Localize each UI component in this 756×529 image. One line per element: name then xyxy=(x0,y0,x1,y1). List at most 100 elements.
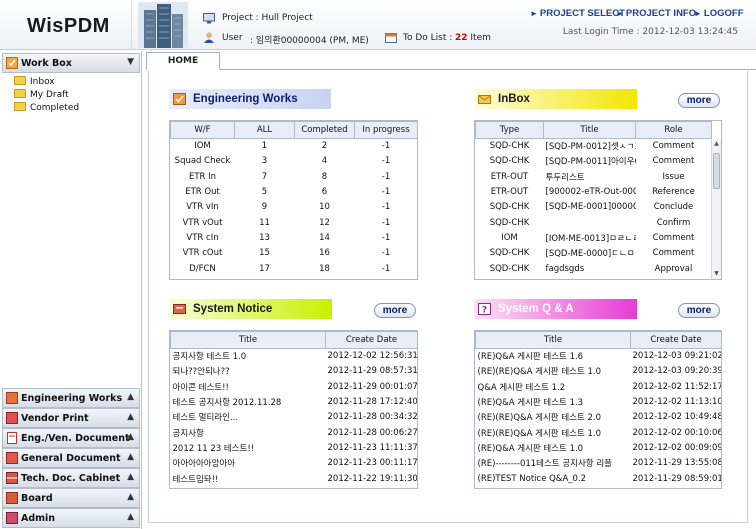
menu-eng-ven-document[interactable]: Eng./Ven. Document ▲ xyxy=(2,428,140,448)
table-row[interactable]: 아이콘 테스트!! 2012-11-29 00:01:07 xyxy=(171,379,418,394)
menu-general-document[interactable]: General Document ▲ xyxy=(2,448,140,468)
table-row[interactable]: 테스트 멀티라인... 2012-11-28 00:34:32 xyxy=(171,410,418,425)
tree-item-my-draft[interactable]: My Draft xyxy=(14,89,69,102)
table-row[interactable]: 아아아아아앙아아 2012-11-23 00:11:17 xyxy=(171,456,418,471)
table-row[interactable]: SQD-CHK [SQD-ME-0001]0000000 Conclude xyxy=(476,200,712,215)
column-header[interactable]: Create Date xyxy=(630,331,721,349)
table-cell: 18 xyxy=(319,263,330,274)
table-row[interactable]: IOM [IOM-ME-0013]ㅁㄹㄴㄹ Comment xyxy=(476,230,712,245)
table-row[interactable]: (RE)Q&A 게시판 테스트 1.6 2012-12-03 09:21:02 xyxy=(476,349,722,364)
inbox-scrollbar[interactable]: ▲ ▼ xyxy=(711,139,721,279)
inbox-icon xyxy=(478,95,491,104)
column-header[interactable]: Title xyxy=(170,331,326,349)
scroll-down-icon[interactable]: ▼ xyxy=(712,269,721,279)
menu-board[interactable]: Board ▲ xyxy=(2,488,140,508)
scroll-up-icon[interactable]: ▲ xyxy=(712,139,721,149)
column-header[interactable]: W/F xyxy=(170,121,235,139)
table-row[interactable]: VTR cIn 13 14 -1 xyxy=(171,230,418,245)
column-header[interactable]: ALL xyxy=(234,121,295,139)
column-header[interactable]: Title xyxy=(543,121,636,139)
column-header[interactable]: Title xyxy=(475,331,631,349)
table-cell: [SQD-PM-0012]셋ㅅㄱ포 xyxy=(545,142,636,153)
tree-item-completed[interactable]: Completed xyxy=(14,102,79,115)
table-row[interactable]: VTR cOut 15 16 -1 xyxy=(171,246,418,261)
menu-admin[interactable]: Admin ▲ xyxy=(2,508,140,528)
scroll-thumb[interactable] xyxy=(713,153,720,189)
table-cell: [900002-eTR-Out-0001] xyxy=(545,187,636,198)
table-row[interactable]: VTR vIn 9 10 -1 xyxy=(171,200,418,215)
table-row[interactable]: Q&A 게시판 테스트 1.2 2012-12-02 11:52:17 xyxy=(476,379,722,394)
project-select-link[interactable]: ► PROJECT SELECT xyxy=(530,8,625,19)
column-header[interactable]: Completed xyxy=(294,121,355,139)
column-header[interactable]: Type xyxy=(475,121,544,139)
table-row[interactable]: IOM 1 2 -1 xyxy=(171,139,418,154)
table-row[interactable]: (RE)(RE)Q&A 게시판 테스트 2.0 2012-12-02 10:49:… xyxy=(476,410,722,425)
table-row[interactable]: 공지사항 2012-11-28 00:06:27 xyxy=(171,425,418,440)
table-row[interactable]: (RE)Q&A 게시판 테스트 1.3 2012-12-02 11:13:10 xyxy=(476,394,722,409)
arrow-right-icon: ► xyxy=(616,9,624,18)
table-cell: 3 xyxy=(261,156,268,167)
table-cell: VTR cOut xyxy=(182,248,223,259)
table-cell: -1 xyxy=(381,202,391,213)
table-row[interactable]: 공지사항 테스트 1.0 2012-12-02 12:56:31 xyxy=(171,349,418,364)
column-header[interactable]: Create Date xyxy=(325,331,417,349)
table-row[interactable]: SQD-CHK fagdsgds Approval xyxy=(476,261,712,276)
table-row[interactable]: (RE)Q&A 게시판 테스트 1.0 2012-12-02 00:09:09 xyxy=(476,440,722,455)
table-cell: 11 xyxy=(259,217,270,228)
workbox-header[interactable]: Work Box ▼ xyxy=(2,53,140,73)
todo-link[interactable]: 22 Item xyxy=(455,33,491,43)
table-row[interactable]: Squad Check 3 4 -1 xyxy=(171,154,418,169)
notice-more-button[interactable]: more xyxy=(374,303,416,318)
qa-more-button[interactable]: more xyxy=(678,303,720,318)
table-row[interactable]: VTR vOut 11 12 -1 xyxy=(171,215,418,230)
tree-item-inbox[interactable]: Inbox xyxy=(14,76,55,89)
menu-label: Eng./Ven. Document xyxy=(21,433,130,444)
table-row[interactable]: SQD-CHK [SQD-PM-0011]아이우0 Comment xyxy=(476,154,712,169)
logoff-link[interactable]: ► LOGOFF xyxy=(694,8,744,19)
table-cell: 2012-11-22 19:11:30 xyxy=(327,473,418,484)
table-row[interactable]: SQD-CHK [SQD-ME-0000]ㄷㄴㅁㄴ Comment xyxy=(476,246,712,261)
table-row[interactable]: (RE)(RE)Q&A 게시판 테스트 1.0 2012-12-03 09:20:… xyxy=(476,364,722,379)
table-row[interactable]: (RE)(RE)Q&A 게시판 테스트 1.0 2012-12-02 00:10:… xyxy=(476,425,722,440)
engineering-works-icon xyxy=(173,93,186,105)
table-cell: 2012-12-02 11:13:10 xyxy=(632,397,722,408)
system-notice-table: Title Create Date 공지사항 테스트 1.0 2012-12-02… xyxy=(170,331,418,486)
table-row[interactable]: 테스트 공지사항 2012.11.28 2012-11-28 17:12:40 xyxy=(171,394,418,409)
table-row[interactable]: D/FCN 17 18 -1 xyxy=(171,261,418,276)
tab-home[interactable]: HOME xyxy=(146,52,220,70)
table-cell: 13 xyxy=(259,232,270,243)
engineering-works-icon xyxy=(6,392,18,404)
table-row[interactable]: ETR In 7 8 -1 xyxy=(171,169,418,184)
menu-tech-doc-cabinet[interactable]: Tech. Doc. Cabinet ▲ xyxy=(2,468,140,488)
table-row[interactable]: (RE)--------011테스트 공지사항 리플 2012-11-29 13:… xyxy=(476,456,722,471)
column-header[interactable]: Role xyxy=(635,121,712,139)
table-row[interactable]: ETR-OUT 투두리스트 Issue xyxy=(476,169,712,184)
table-row[interactable]: (RE)TEST Notice Q&A_0.2 2012-11-29 08:59:… xyxy=(476,471,722,486)
table-cell: 4 xyxy=(321,156,328,167)
table-cell: -1 xyxy=(381,141,391,152)
arrow-right-icon: ► xyxy=(530,9,538,18)
table-row[interactable]: 2012 11 23 테스트!! 2012-11-23 11:11:37 xyxy=(171,440,418,455)
table-row[interactable]: SQD-CHK [SQD-PM-0012]셋ㅅㄱ포 Comment xyxy=(476,139,712,154)
menu-engineering-works[interactable]: Engineering Works ▲ xyxy=(2,388,140,408)
table-row[interactable]: ETR-OUT [900002-eTR-Out-0001] Reference xyxy=(476,184,712,199)
table-row[interactable]: ETR Out 5 6 -1 xyxy=(171,184,418,199)
table-cell: (RE)(RE)Q&A 게시판 테스트 2.0 xyxy=(477,413,602,424)
chevron-down-icon: ▼ xyxy=(127,57,134,67)
table-row[interactable]: SQD-CHK Confirm xyxy=(476,215,712,230)
table-cell: ETR-OUT xyxy=(490,187,529,198)
table-cell: -1 xyxy=(381,217,391,228)
column-header[interactable]: In progress xyxy=(354,121,417,139)
tab-bar: HOME xyxy=(146,52,756,70)
notice-icon xyxy=(173,304,186,314)
table-row[interactable]: 테스트임돠!! 2012-11-22 19:11:30 xyxy=(171,471,418,486)
app-header: WisPDM Project : Hull Project User : 임의환… xyxy=(0,0,756,50)
table-row[interactable]: 되나??안되나?? 2012-11-29 08:57:31 xyxy=(171,364,418,379)
table-cell: 공지사항 테스트 1.0 xyxy=(172,352,247,363)
menu-vendor-print[interactable]: Vendor Print ▲ xyxy=(2,408,140,428)
inbox-more-button[interactable]: more xyxy=(678,93,720,108)
table-cell: Squad Check xyxy=(174,156,231,167)
table-cell: SQD-CHK xyxy=(489,202,530,213)
project-info-link[interactable]: ► PROJECT INFO xyxy=(616,8,696,19)
todo-label: To Do List : xyxy=(403,33,453,43)
